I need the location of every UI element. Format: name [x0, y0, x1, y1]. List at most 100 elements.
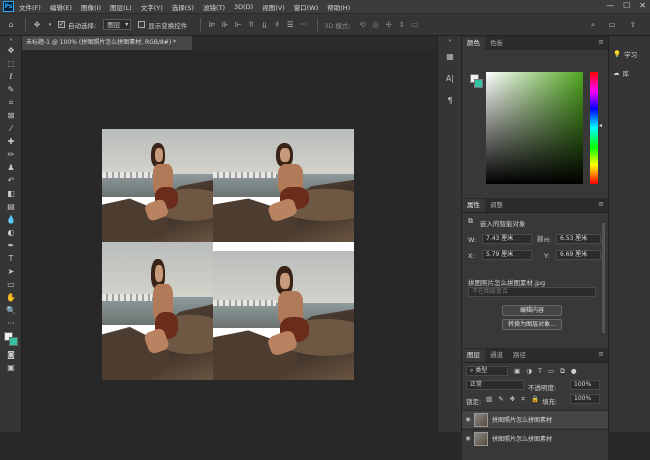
- tab-color[interactable]: 颜色: [462, 37, 485, 50]
- color-swatches-icon[interactable]: [0, 330, 22, 348]
- layer-name[interactable]: 拼图照片怎么拼图素材: [492, 415, 552, 424]
- blur-tool-icon[interactable]: 💧: [0, 213, 22, 226]
- marquee-tool-icon[interactable]: ⬚: [0, 57, 22, 70]
- close-button[interactable]: ✕: [639, 1, 646, 10]
- quick-mask-icon[interactable]: ◙: [0, 348, 22, 361]
- lock-icons[interactable]: ▧ ✎ ✥ ⌗ 🔒: [486, 395, 541, 404]
- menu-type[interactable]: 文字(Y): [141, 2, 163, 12]
- clone-stamp-tool-icon[interactable]: ♟: [0, 161, 22, 174]
- filter-type-select[interactable]: ⌕ 类型: [466, 366, 508, 376]
- history-panel-icon[interactable]: ▦: [438, 46, 462, 68]
- x-field[interactable]: 5.79 厘米: [482, 250, 532, 260]
- tab-adjustments[interactable]: 调整: [485, 199, 508, 212]
- brush-tool-icon[interactable]: ✏: [0, 148, 22, 161]
- menu-view[interactable]: 视图(V): [262, 2, 285, 12]
- align-middle-icon[interactable]: ⫫: [259, 20, 269, 30]
- photo-top-right[interactable]: [213, 129, 354, 242]
- learn-panel-button[interactable]: 💡 学习: [609, 44, 650, 63]
- shape-tool-icon[interactable]: ▭: [0, 278, 22, 291]
- collapse-icon[interactable]: «: [438, 36, 462, 46]
- history-brush-tool-icon[interactable]: ↶: [0, 174, 22, 187]
- type-tool-icon[interactable]: T: [0, 252, 22, 265]
- menu-filter[interactable]: 滤镜(T): [203, 2, 225, 12]
- hand-tool-icon[interactable]: ✋: [0, 291, 22, 304]
- align-left-icon[interactable]: ⊫: [207, 20, 217, 29]
- 3d-scale-icon[interactable]: ▭: [410, 20, 420, 29]
- paragraph-panel-icon[interactable]: ¶: [438, 90, 462, 112]
- 3d-drag-icon[interactable]: ✣: [384, 20, 394, 29]
- maximize-button[interactable]: ☐: [623, 1, 630, 10]
- fill-field[interactable]: 100%: [570, 394, 600, 404]
- auto-select-checkbox[interactable]: ✓: [58, 21, 65, 28]
- more-options-icon[interactable]: ···: [298, 20, 308, 29]
- frame-tool-icon[interactable]: ⊠: [0, 109, 22, 122]
- menu-help[interactable]: 帮助(H): [327, 2, 350, 12]
- screen-mode-icon[interactable]: ▣: [0, 361, 22, 374]
- eyedropper-tool-icon[interactable]: ⁄: [0, 122, 22, 135]
- photo-bottom-right[interactable]: [213, 251, 354, 380]
- zoom-tool-icon[interactable]: 🔍: [0, 304, 22, 317]
- layer-filter-icons[interactable]: ▣ ◑ T ▭ ⧉ ●: [514, 367, 579, 376]
- 3d-roll-icon[interactable]: ◎: [371, 20, 381, 29]
- tab-layers[interactable]: 图层: [462, 349, 485, 362]
- crop-tool-icon[interactable]: ⌗: [0, 96, 22, 109]
- menu-3d[interactable]: 3D(D): [234, 3, 253, 11]
- menu-file[interactable]: 文件(F): [19, 2, 41, 12]
- 3d-rotate-icon[interactable]: ⟲: [358, 20, 368, 29]
- show-transform-option[interactable]: 显示变换控件: [138, 20, 187, 30]
- move-tool-icon[interactable]: ✥: [0, 44, 22, 57]
- edit-contents-button[interactable]: 编辑内容: [502, 305, 562, 316]
- visibility-eye-icon[interactable]: ◉: [462, 416, 474, 423]
- hue-slider[interactable]: [590, 72, 598, 184]
- convert-to-layers-button[interactable]: 转换为图层对象...: [502, 319, 562, 330]
- menu-image[interactable]: 图像(I): [81, 2, 101, 12]
- document-canvas[interactable]: [102, 129, 354, 380]
- pen-tool-icon[interactable]: ✒: [0, 239, 22, 252]
- align-bottom-icon[interactable]: ⫩: [272, 20, 282, 30]
- tab-paths[interactable]: 路径: [508, 349, 531, 362]
- panel-menu-icon[interactable]: ≡: [598, 38, 604, 46]
- move-tool-icon[interactable]: ✥: [32, 20, 42, 29]
- search-icon[interactable]: ⌕: [588, 20, 598, 30]
- layer-row[interactable]: ◉ 拼图照片怎么拼图素材: [462, 410, 609, 428]
- share-icon[interactable]: ⇧: [628, 20, 638, 29]
- scrollbar[interactable]: [602, 223, 605, 333]
- opacity-field[interactable]: 100%: [570, 380, 600, 390]
- more-tools-icon[interactable]: ···: [0, 317, 22, 330]
- auto-select-option[interactable]: ✓ 自动选择:: [58, 20, 96, 30]
- height-field[interactable]: 6.53 厘米: [556, 234, 601, 244]
- align-right-icon[interactable]: ⊩: [233, 20, 243, 29]
- menu-window[interactable]: 窗口(W): [294, 2, 319, 12]
- collapse-icon[interactable]: »: [0, 36, 22, 44]
- panel-menu-icon[interactable]: ≡: [598, 350, 604, 358]
- quick-select-tool-icon[interactable]: ✎: [0, 83, 22, 96]
- tab-swatches[interactable]: 色板: [485, 37, 508, 50]
- visibility-eye-icon[interactable]: ◉: [462, 435, 474, 442]
- menu-layer[interactable]: 图层(L): [110, 2, 132, 12]
- y-field[interactable]: 6.69 厘米: [556, 250, 601, 260]
- gradient-tool-icon[interactable]: ▤: [0, 200, 22, 213]
- lasso-tool-icon[interactable]: ℓ: [0, 70, 22, 83]
- background-color-swatch[interactable]: [474, 79, 483, 88]
- width-field[interactable]: 7.43 厘米: [482, 234, 532, 244]
- 3d-slide-icon[interactable]: ⇕: [397, 20, 407, 29]
- eraser-tool-icon[interactable]: ◧: [0, 187, 22, 200]
- layer-name[interactable]: 拼图照片怎么拼图素材: [492, 434, 552, 443]
- workspace-icon[interactable]: ▭: [607, 20, 617, 29]
- color-field[interactable]: [486, 72, 583, 184]
- libraries-panel-button[interactable]: ☁ 库: [609, 63, 650, 82]
- document-tab[interactable]: 未标题-1 @ 100% (拼图照片怎么拼图素材, RGB/8#) *: [22, 36, 192, 50]
- align-center-icon[interactable]: ⊪: [220, 20, 230, 29]
- menu-select[interactable]: 选择(S): [172, 2, 194, 12]
- panel-menu-icon[interactable]: ≡: [598, 200, 604, 208]
- photo-top-left[interactable]: [102, 129, 213, 242]
- tab-channels[interactable]: 通道: [485, 349, 508, 362]
- distribute-icon[interactable]: ☰: [285, 20, 295, 29]
- tab-properties[interactable]: 属性: [462, 199, 485, 212]
- align-top-icon[interactable]: ⫪: [246, 20, 256, 30]
- blend-mode-select[interactable]: 正常: [466, 380, 524, 390]
- dodge-tool-icon[interactable]: ◐: [0, 226, 22, 239]
- path-select-tool-icon[interactable]: ➤: [0, 265, 22, 278]
- layer-comp-select[interactable]: 不在图层复合: [468, 287, 596, 297]
- character-panel-icon[interactable]: A|: [438, 68, 462, 90]
